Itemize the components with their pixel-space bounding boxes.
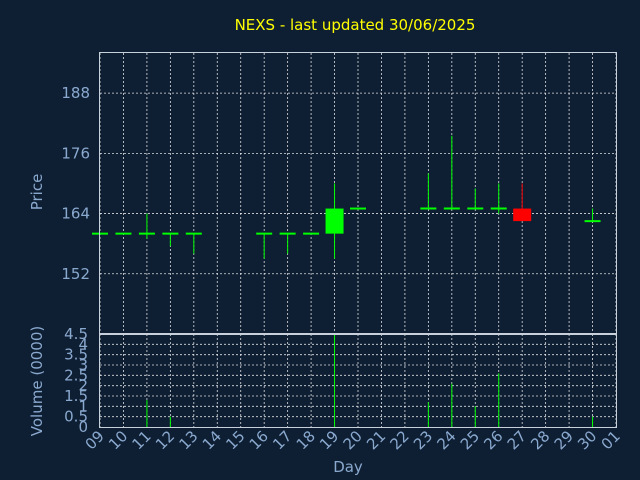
x-tick-label: 27 [504, 427, 530, 453]
x-tick-label: 21 [363, 427, 389, 453]
x-tick-label: 19 [316, 427, 342, 453]
x-tick-label: 16 [246, 427, 272, 453]
candle-body [513, 208, 532, 222]
chart-svg: NEXS - last updated 30/06/2025 Price Vol… [28, 16, 624, 476]
x-tick-label: 01 [598, 427, 624, 453]
x-tick-label: 12 [152, 427, 178, 453]
x-tick-label: 17 [269, 427, 295, 453]
volume-tick-label: 4.5 [64, 325, 88, 343]
price-tick-label: 188 [61, 84, 90, 102]
x-tick-label: 11 [129, 427, 155, 453]
x-tick-label: 18 [293, 427, 319, 453]
x-tick-label: 24 [433, 427, 459, 453]
x-tick-label: 10 [105, 427, 131, 453]
x-tick-label: 30 [574, 427, 600, 453]
price-axis-label: Price [28, 174, 46, 211]
price-tick-label: 164 [61, 205, 90, 223]
x-tick-label: 14 [199, 427, 225, 453]
price-tick-label: 176 [61, 144, 90, 162]
x-tick-label: 26 [480, 427, 506, 453]
candle-body [325, 208, 344, 234]
x-tick-label: 29 [551, 427, 577, 453]
volume-axis-label: Volume (0000) [28, 326, 46, 436]
x-tick-label: 22 [387, 427, 413, 453]
chart-title: NEXS - last updated 30/06/2025 [235, 16, 476, 34]
x-tick-label: 23 [410, 427, 436, 453]
stock-chart: NEXS - last updated 30/06/2025 Price Vol… [0, 0, 640, 480]
volume-panel-frame [99, 334, 617, 428]
price-tick-label: 152 [61, 265, 90, 283]
x-tick-label: 25 [457, 427, 483, 453]
x-tick-label: 20 [340, 427, 366, 453]
x-tick-label: 15 [222, 427, 248, 453]
x-tick-label: 13 [175, 427, 201, 453]
x-axis-label: Day [333, 458, 363, 476]
x-tick-label: 28 [527, 427, 553, 453]
